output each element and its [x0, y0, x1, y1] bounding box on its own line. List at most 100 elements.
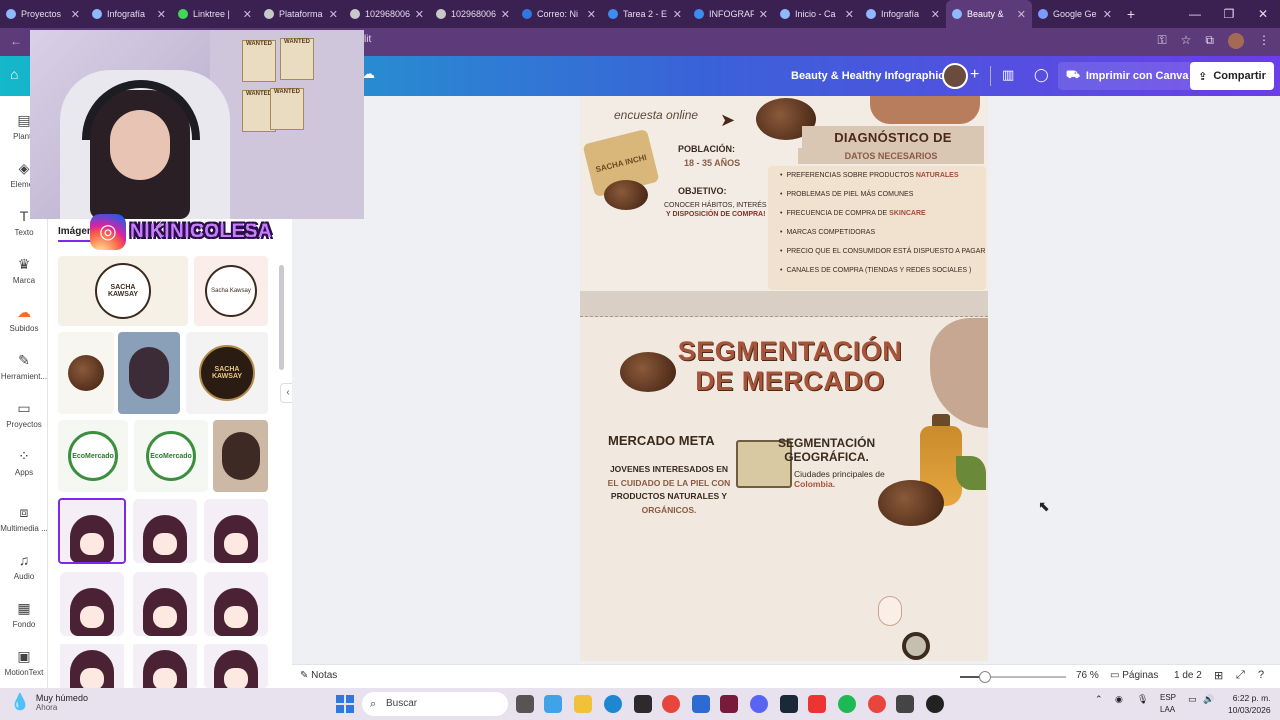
- rail-item-brand[interactable]: ♛ Marca: [0, 256, 48, 285]
- chrome-active-icon[interactable]: [868, 695, 886, 713]
- rail-item-audio[interactable]: ♫ Audio: [0, 552, 48, 581]
- outlook-icon[interactable]: [692, 695, 710, 713]
- maximize-icon[interactable]: ❐: [1212, 0, 1246, 28]
- upload-thumbnail[interactable]: [58, 644, 126, 688]
- help-icon[interactable]: ?: [1258, 669, 1264, 681]
- rail-item-tools[interactable]: ✎ Herramient...: [0, 352, 48, 381]
- language-indicator[interactable]: ESP LAA: [1160, 692, 1176, 716]
- browser-tab[interactable]: Infografía ✕: [860, 0, 946, 28]
- edge-icon[interactable]: [604, 695, 622, 713]
- tray-chevron-icon[interactable]: ⌃: [1095, 694, 1103, 705]
- analytics-icon[interactable]: ▥: [1002, 67, 1014, 83]
- share-button[interactable]: ⇪ Compartir: [1190, 62, 1274, 90]
- panel-scrollbar[interactable]: [279, 265, 284, 370]
- upload-thumbnail[interactable]: [58, 570, 126, 638]
- extensions-icon[interactable]: ⧉: [1205, 33, 1214, 49]
- upload-thumbnail[interactable]: [204, 644, 268, 688]
- bookmark-star-icon[interactable]: ☆: [1181, 33, 1192, 49]
- browser-tab[interactable]: Inicio - Ca ✕: [774, 0, 860, 28]
- close-icon[interactable]: ✕: [71, 8, 80, 21]
- upload-thumbnail[interactable]: [213, 420, 268, 492]
- upload-thumbnail[interactable]: Sacha Kawsay: [194, 256, 268, 326]
- spotify-icon[interactable]: [838, 695, 856, 713]
- upload-thumbnail[interactable]: [132, 644, 198, 688]
- close-icon[interactable]: ✕: [931, 8, 940, 21]
- app-icon[interactable]: [720, 695, 738, 713]
- close-icon[interactable]: ✕: [243, 8, 252, 21]
- browser-tab[interactable]: Correo: Ni ✕: [516, 0, 602, 28]
- chrome-icon[interactable]: [662, 695, 680, 713]
- close-icon[interactable]: ✕: [1017, 8, 1026, 21]
- home-icon[interactable]: ⌂: [10, 66, 18, 82]
- new-tab-button[interactable]: +: [1118, 6, 1144, 22]
- file-explorer-icon[interactable]: [574, 695, 592, 713]
- browser-tab[interactable]: 102968006 ✕: [430, 0, 516, 28]
- doc-title[interactable]: Beauty & Healthy Infographic: [791, 70, 944, 82]
- upload-thumbnail[interactable]: EcoMercado: [134, 420, 208, 492]
- task-view-icon[interactable]: [516, 695, 534, 713]
- browser-tab[interactable]: Linktree | ✕: [172, 0, 258, 28]
- rail-item-media[interactable]: ⧈ Multimedia ...: [0, 504, 48, 533]
- notes-button[interactable]: ✎ Notas: [300, 670, 337, 681]
- grid-view-icon[interactable]: ⊞: [1214, 669, 1223, 682]
- tray-app-icon[interactable]: ◉: [1115, 694, 1123, 705]
- volume-icon[interactable]: 🔊: [1203, 694, 1214, 705]
- close-icon[interactable]: ✕: [759, 8, 768, 21]
- infographic-page[interactable]: encuesta online ➤ DIAGNÓSTICO DE MERCADO…: [580, 96, 988, 661]
- obs-icon[interactable]: [926, 695, 944, 713]
- system-clock[interactable]: 6:22 p. m. 10/03/2026: [1228, 692, 1271, 716]
- upload-thumbnail[interactable]: [132, 498, 198, 564]
- back-icon[interactable]: ←: [10, 34, 22, 48]
- widgets-icon[interactable]: [544, 695, 562, 713]
- app-icon[interactable]: [896, 695, 914, 713]
- upload-thumbnail[interactable]: [132, 570, 198, 638]
- rail-item-projects[interactable]: ▭ Proyectos: [0, 400, 48, 429]
- upload-thumbnail[interactable]: [204, 570, 268, 638]
- microphone-icon[interactable]: 🎙: [1137, 694, 1148, 705]
- zoom-slider-handle[interactable]: [979, 671, 991, 683]
- discord-icon[interactable]: [750, 695, 768, 713]
- upload-thumbnail[interactable]: [58, 332, 114, 414]
- upload-thumbnail-selected[interactable]: [58, 498, 126, 564]
- pages-button[interactable]: ▭ Páginas: [1110, 670, 1158, 681]
- rail-item-uploads[interactable]: ☁ Subidos: [0, 304, 48, 333]
- zoom-slider[interactable]: [960, 671, 1066, 683]
- close-icon[interactable]: ✕: [1103, 8, 1112, 21]
- browser-tab[interactable]: Infografía ✕: [86, 0, 172, 28]
- upload-thumbnail[interactable]: SACHA KAWSAY: [58, 256, 188, 326]
- rail-item-background[interactable]: ▦ Fondo: [0, 600, 48, 629]
- browser-tab[interactable]: Proyectos ✕: [0, 0, 86, 28]
- password-key-icon[interactable]: ⚿: [1158, 33, 1167, 49]
- fullscreen-icon[interactable]: ⤢: [1236, 669, 1245, 682]
- browser-tab[interactable]: Plataforma ✕: [258, 0, 344, 28]
- browser-menu-icon[interactable]: ⋮: [1258, 33, 1270, 49]
- store-icon[interactable]: [634, 695, 652, 713]
- browser-tab[interactable]: Tarea 2 - E ✕: [602, 0, 688, 28]
- close-icon[interactable]: ✕: [673, 8, 682, 21]
- profile-avatar[interactable]: [1228, 33, 1244, 49]
- upload-thumbnail[interactable]: EcoMercado: [58, 420, 128, 492]
- close-icon[interactable]: ✕: [157, 8, 166, 21]
- address-text[interactable]: lit: [364, 34, 371, 45]
- steam-icon[interactable]: [780, 695, 798, 713]
- comment-icon[interactable]: ◯: [1034, 67, 1049, 83]
- browser-tab[interactable]: Google Ge ✕: [1032, 0, 1118, 28]
- rail-item-motiontext[interactable]: ▣ MotionText: [0, 648, 48, 677]
- close-icon[interactable]: ✕: [415, 8, 424, 21]
- zoom-value[interactable]: 76 %: [1076, 670, 1099, 681]
- browser-tab-active[interactable]: Beauty & ✕: [946, 0, 1032, 28]
- windows-start-icon[interactable]: [336, 695, 354, 713]
- upload-thumbnail[interactable]: [118, 332, 180, 414]
- taskbar-search[interactable]: ⌕ Buscar: [362, 692, 508, 716]
- browser-tab[interactable]: INFOGRAF ✕: [688, 0, 774, 28]
- close-icon[interactable]: ✕: [845, 8, 854, 21]
- tab-images[interactable]: Imágen: [58, 226, 94, 242]
- browser-tab[interactable]: 102968006 ✕: [344, 0, 430, 28]
- close-icon[interactable]: ✕: [329, 8, 338, 21]
- close-icon[interactable]: ✕: [587, 8, 596, 21]
- tiktok-icon[interactable]: [808, 695, 826, 713]
- add-collaborator-icon[interactable]: +: [970, 66, 979, 84]
- close-icon[interactable]: ✕: [501, 8, 510, 21]
- print-with-canva-button[interactable]: ⛟ Imprimir con Canva: [1058, 62, 1197, 90]
- upload-thumbnail[interactable]: [204, 498, 268, 564]
